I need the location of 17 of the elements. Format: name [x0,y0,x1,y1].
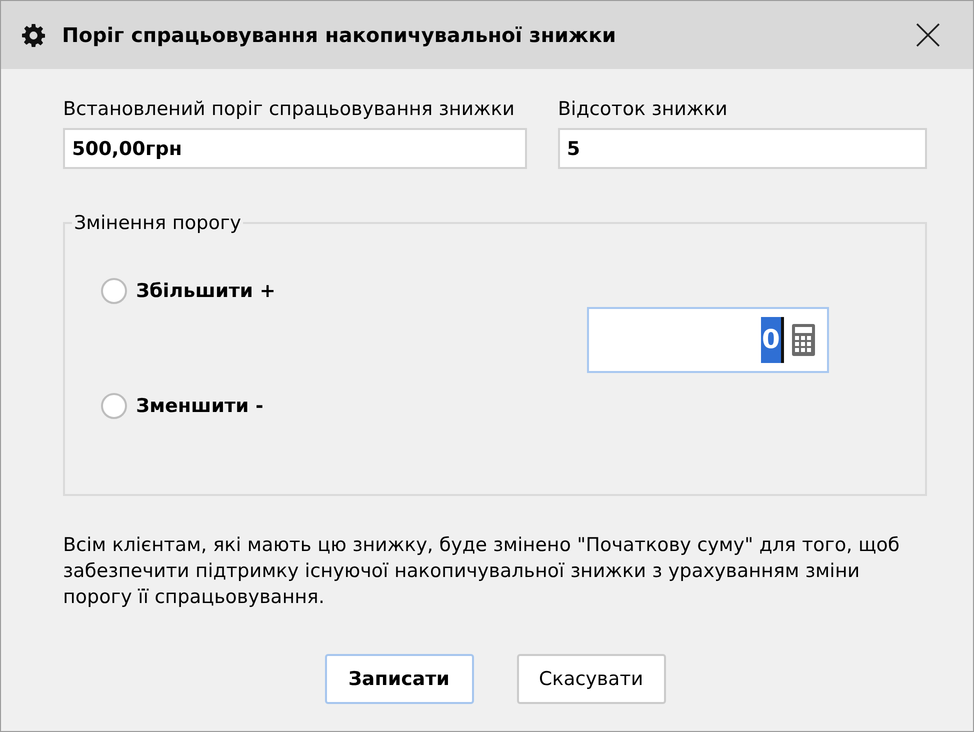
close-button[interactable] [915,22,941,48]
gear-icon [22,24,45,46]
info-text: Всім клієнтам, які мають цю знижку, буде змінено "Початкову суму" для того, щоб забезпечити підтримку існуючої накопичувальної знижки з урахуванням зміни порогу її спрацьовування. [63,533,901,610]
text-field[interactable]: 500,00грн [63,128,527,169]
window-title: Поріг спрацьовування накопичувальної знижки [62,22,616,49]
cancel-button[interactable]: Скасувати [516,654,666,704]
option-label[interactable]: Зменшити - [136,392,264,420]
radio-button[interactable] [101,278,127,304]
save-button[interactable]: Записати [324,654,474,704]
calculator-icon[interactable] [792,324,815,356]
text-field[interactable]: 5 [558,128,927,169]
radio-button[interactable] [101,392,127,419]
field-label: Відсоток знижки [558,98,728,120]
amount-field[interactable]: 0 [587,307,829,373]
option-label[interactable]: Збільшити + [136,277,276,306]
field-label: Встановлений поріг спрацьовування знижки [63,98,515,120]
group-title: Змінення порогу [73,212,242,234]
